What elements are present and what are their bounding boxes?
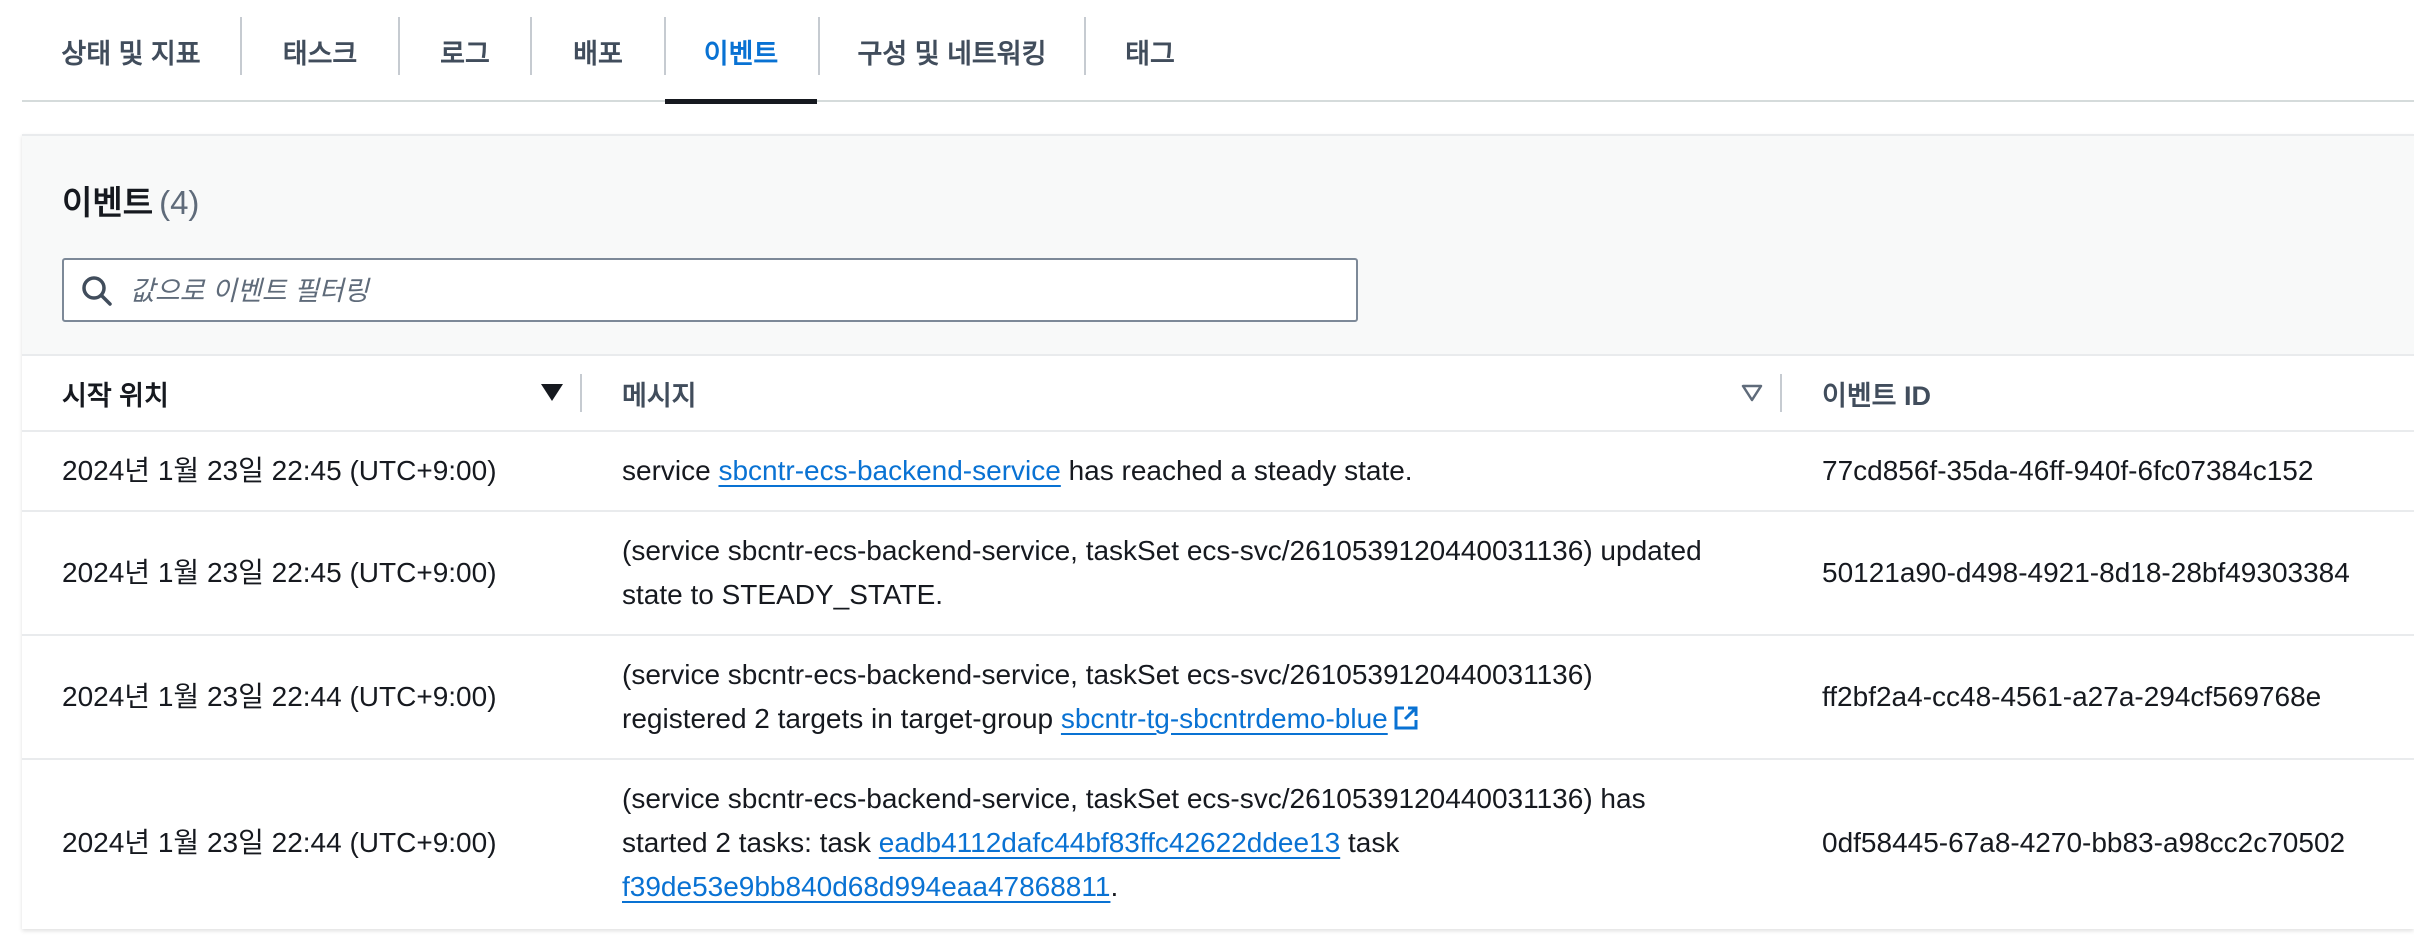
sort-unsorted-icon[interactable] bbox=[1740, 382, 1764, 404]
service-link[interactable]: sbcntr-ecs-backend-service bbox=[718, 455, 1060, 486]
tab-label: 태그 bbox=[1125, 38, 1175, 69]
events-container: 이벤트(4) 시작 위치 메시지 이벤트 ID bbox=[22, 134, 2414, 929]
search-icon bbox=[82, 276, 112, 306]
task-link[interactable]: eadb4112dafc44bf83ffc42622ddee13 bbox=[879, 827, 1340, 858]
event-id: 77cd856f-35da-46ff-940f-6fc07384c152 bbox=[1822, 455, 2314, 486]
column-header-label: 이벤트 ID bbox=[1822, 380, 1932, 411]
event-message: (service sbcntr-ecs-backend-service, tas… bbox=[622, 512, 1782, 634]
tab-label: 태스크 bbox=[282, 38, 358, 69]
message-line: (service sbcntr-ecs-backend-service, tas… bbox=[622, 535, 1702, 566]
message-text: service sbcntr-ecs-backend-service has r… bbox=[622, 449, 1413, 493]
event-message: (service sbcntr-ecs-backend-service, tas… bbox=[622, 636, 1782, 758]
external-link-icon bbox=[1394, 706, 1418, 730]
event-time: 2024년 1월 23일 22:44 (UTC+9:00) bbox=[62, 681, 497, 712]
column-header-message[interactable]: 메시지 bbox=[622, 356, 697, 430]
event-filter-input[interactable] bbox=[128, 260, 1342, 322]
column-header-label: 메시지 bbox=[622, 380, 697, 411]
task-link[interactable]: f39de53e9bb840d68d994eaa47868811 bbox=[622, 871, 1110, 902]
sort-descending-icon[interactable] bbox=[540, 382, 564, 404]
message-prefix: registered 2 targets in target-group bbox=[622, 703, 1061, 734]
event-id: 0df58445-67a8-4270-bb83-a98cc2c70502 bbox=[1822, 827, 2346, 858]
message-prefix: service bbox=[622, 455, 719, 486]
tab-label: 이벤트 bbox=[703, 38, 779, 69]
table-header: 시작 위치 메시지 이벤트 ID bbox=[22, 354, 2414, 432]
message-text: (service sbcntr-ecs-backend-service, tas… bbox=[622, 777, 1646, 909]
event-id: ff2bf2a4-cc48-4561-a27a-294cf569768e bbox=[1822, 681, 2322, 712]
target-group-link-text: sbcntr-tg-sbcntrdemo-blue bbox=[1060, 703, 1388, 734]
tab-label: 상태 및 지표 bbox=[61, 38, 201, 69]
table-row: 2024년 1월 23일 22:44 (UTC+9:00) (service s… bbox=[22, 636, 2414, 760]
tab-label: 로그 bbox=[440, 38, 490, 69]
message-text: (service sbcntr-ecs-backend-service, tas… bbox=[622, 653, 1593, 741]
message-mid: task bbox=[1340, 827, 1400, 858]
events-title-text: 이벤트 bbox=[62, 184, 154, 221]
tab-tasks[interactable]: 태스크 bbox=[242, 0, 398, 102]
table-row: 2024년 1월 23일 22:44 (UTC+9:00) (service s… bbox=[22, 760, 2414, 928]
table-row: 2024년 1월 23일 22:45 (UTC+9:00) (service s… bbox=[22, 512, 2414, 636]
column-header-label: 시작 위치 bbox=[62, 380, 169, 411]
tab-logs[interactable]: 로그 bbox=[400, 0, 530, 102]
events-count: (4) bbox=[159, 184, 200, 221]
message-prefix: started 2 tasks: task bbox=[622, 827, 879, 858]
tab-label: 배포 bbox=[573, 38, 623, 69]
events-title: 이벤트 (4) bbox=[62, 176, 199, 224]
tab-label: 구성 및 네트워킹 bbox=[857, 38, 1047, 69]
event-time: 2024년 1월 23일 22:45 (UTC+9:00) bbox=[62, 455, 497, 486]
tab-configuration-networking[interactable]: 구성 및 네트워킹 bbox=[820, 0, 1084, 102]
event-id: 50121a90-d498-4921-8d18-28bf49303384 bbox=[1822, 557, 2350, 588]
tab-bar: 상태 및 지표 태스크 로그 배포 이벤트 구성 및 네트워킹 태그 bbox=[22, 0, 2414, 104]
event-filter[interactable] bbox=[62, 258, 1358, 322]
event-message: service sbcntr-ecs-backend-service has r… bbox=[622, 432, 1413, 510]
table-row: 2024년 1월 23일 22:45 (UTC+9:00) service sb… bbox=[22, 432, 2414, 512]
tab-events[interactable]: 이벤트 bbox=[665, 0, 817, 104]
event-time: 2024년 1월 23일 22:45 (UTC+9:00) bbox=[62, 557, 497, 588]
message-line: state to STEADY_STATE. bbox=[622, 579, 944, 610]
column-divider bbox=[1780, 374, 1782, 412]
column-header-start[interactable]: 시작 위치 bbox=[62, 356, 169, 430]
message-suffix: has reached a steady state. bbox=[1060, 455, 1413, 486]
message-line: started 2 tasks: task eadb4112dafc44bf83… bbox=[622, 821, 1646, 865]
column-divider bbox=[580, 374, 582, 412]
events-header: 이벤트 (4) bbox=[22, 136, 2414, 354]
tab-tags[interactable]: 태그 bbox=[1086, 0, 1214, 102]
tab-deployments[interactable]: 배포 bbox=[532, 0, 664, 102]
message-text: (service sbcntr-ecs-backend-service, tas… bbox=[622, 529, 1702, 617]
event-time: 2024년 1월 23일 22:44 (UTC+9:00) bbox=[62, 827, 497, 858]
message-line: (service sbcntr-ecs-backend-service, tas… bbox=[622, 659, 1593, 690]
message-line: f39de53e9bb840d68d994eaa47868811. bbox=[622, 865, 1646, 909]
message-line: registered 2 targets in target-group sbc… bbox=[622, 697, 1593, 741]
event-message: (service sbcntr-ecs-backend-service, tas… bbox=[622, 760, 1782, 926]
target-group-link[interactable]: sbcntr-tg-sbcntrdemo-blue bbox=[1061, 703, 1420, 734]
message-line: (service sbcntr-ecs-backend-service, tas… bbox=[622, 783, 1646, 814]
tab-health-metrics[interactable]: 상태 및 지표 bbox=[22, 0, 240, 102]
column-header-event-id[interactable]: 이벤트 ID bbox=[1822, 356, 1931, 430]
page: 상태 및 지표 태스크 로그 배포 이벤트 구성 및 네트워킹 태그 이벤트 (4… bbox=[0, 0, 2414, 940]
message-suffix: . bbox=[1110, 871, 1119, 902]
